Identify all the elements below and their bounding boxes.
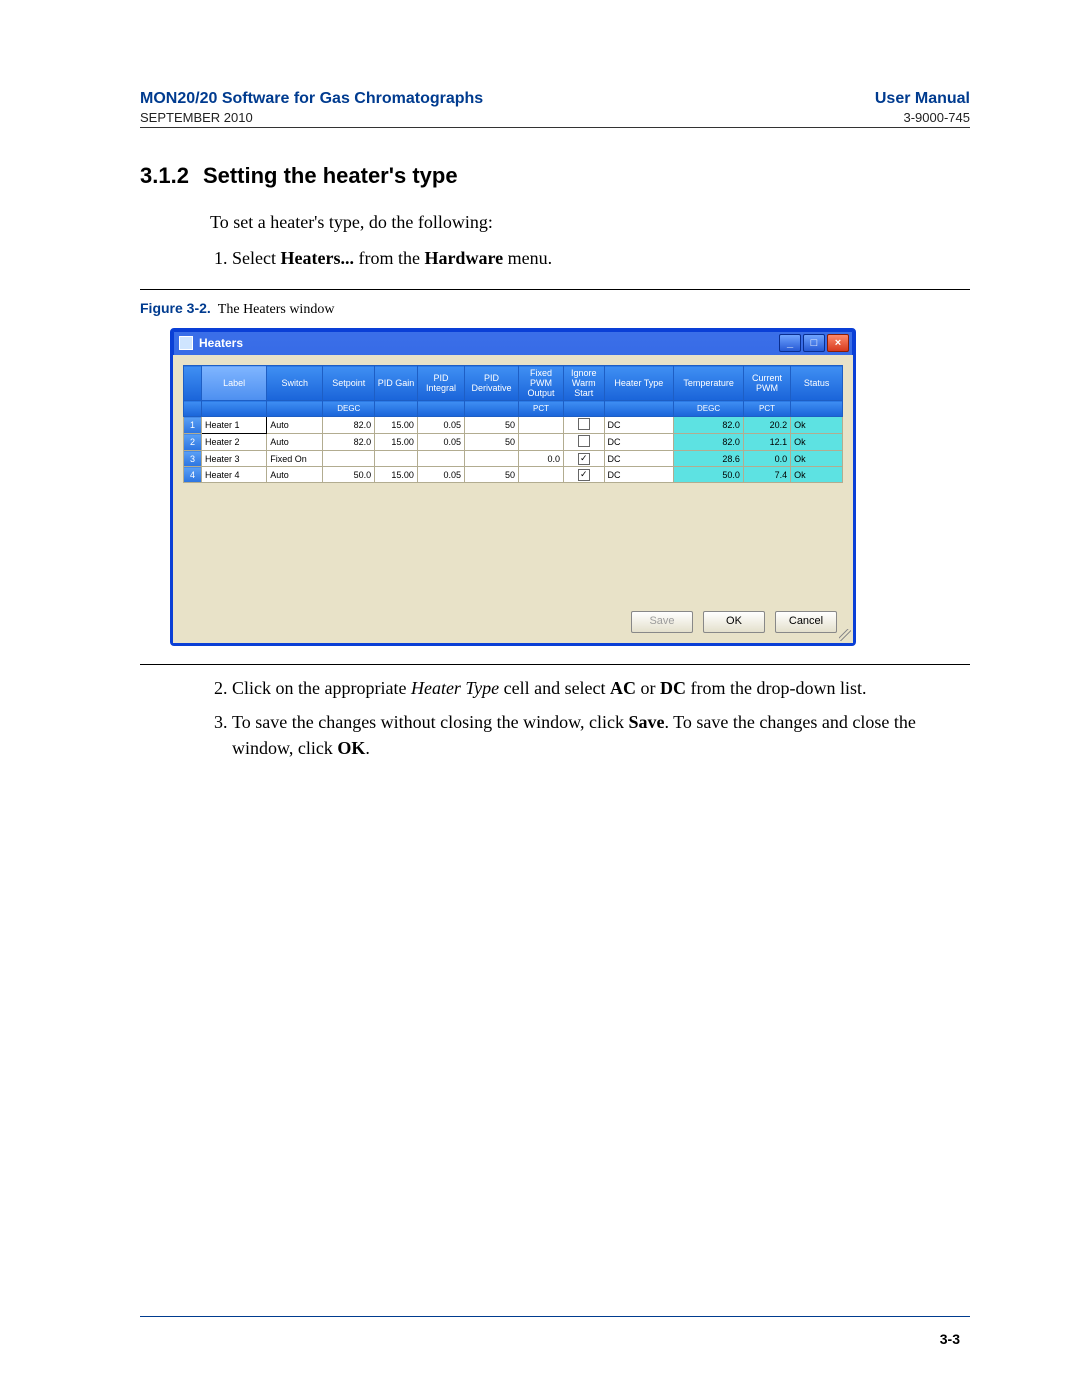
col-pid-integral[interactable]: PID Integral — [417, 366, 464, 401]
ok-button[interactable]: OK — [703, 611, 765, 633]
table-row[interactable]: 4 Heater 4 Auto 50.0 15.00 0.05 50 ✓ DC … — [184, 467, 843, 483]
col-heater-type[interactable]: Heater Type — [604, 366, 674, 401]
page-number: 3-3 — [940, 1331, 960, 1347]
col-label[interactable]: Label — [201, 366, 266, 401]
col-pid-gain[interactable]: PID Gain — [375, 366, 418, 401]
checkbox-icon: ✓ — [578, 469, 590, 481]
section-heading: 3.1.2 Setting the heater's type — [140, 163, 970, 189]
col-switch[interactable]: Switch — [267, 366, 323, 401]
heaters-window: Heaters _ □ × Label Switch Setpoint — [170, 328, 856, 646]
resize-grip-icon[interactable] — [839, 629, 851, 641]
maximize-button[interactable]: □ — [803, 334, 825, 352]
cancel-button[interactable]: Cancel — [775, 611, 837, 633]
section-number: 3.1.2 — [140, 163, 189, 188]
col-pid-derivative[interactable]: PID Derivative — [465, 366, 519, 401]
doc-title-left: MON20/20 Software for Gas Chromatographs — [140, 90, 483, 108]
col-fixed-pwm[interactable]: Fixed PWM Output — [519, 366, 564, 401]
close-button[interactable]: × — [827, 334, 849, 352]
figure-rule-top — [140, 289, 970, 290]
grid-empty-area — [183, 483, 843, 603]
save-button[interactable]: Save — [631, 611, 693, 633]
checkbox-icon — [578, 418, 590, 430]
col-temperature[interactable]: Temperature — [674, 366, 744, 401]
table-row[interactable]: 1 Heater 1 Auto 82.0 15.00 0.05 50 DC 82… — [184, 417, 843, 434]
section-title: Setting the heater's type — [203, 163, 458, 188]
doc-number: 3-9000-745 — [904, 110, 971, 125]
heaters-table[interactable]: Label Switch Setpoint PID Gain PID Integ… — [183, 365, 843, 483]
doc-date: SEPTEMBER 2010 — [140, 110, 253, 125]
step-3: To save the changes without closing the … — [232, 709, 970, 761]
checkbox-icon: ✓ — [578, 453, 590, 465]
table-units-row: DEGC PCT DEGCPCT — [184, 401, 843, 417]
step-2: Click on the appropriate Heater Type cel… — [232, 675, 970, 701]
col-rownum[interactable] — [184, 366, 202, 401]
doc-title-right: User Manual — [875, 90, 970, 108]
table-header-row: Label Switch Setpoint PID Gain PID Integ… — [184, 366, 843, 401]
figure-caption: Figure 3-2. The Heaters window — [140, 300, 970, 318]
footer-rule — [140, 1316, 970, 1317]
table-row[interactable]: 3 Heater 3 Fixed On 0.0 ✓ DC 28.6 0.0 Ok — [184, 451, 843, 467]
step-1: Select Heaters... from the Hardware menu… — [232, 245, 970, 271]
window-title: Heaters — [199, 336, 243, 350]
app-icon — [179, 336, 193, 350]
col-setpoint[interactable]: Setpoint — [323, 366, 375, 401]
minimize-button[interactable]: _ — [779, 334, 801, 352]
intro-text: To set a heater's type, do the following… — [210, 209, 970, 235]
col-current-pwm[interactable]: Current PWM — [743, 366, 790, 401]
titlebar[interactable]: Heaters _ □ × — [173, 331, 853, 355]
checkbox-icon — [578, 435, 590, 447]
col-ignore-warm[interactable]: Ignore Warm Start — [564, 366, 604, 401]
table-row[interactable]: 2 Heater 2 Auto 82.0 15.00 0.05 50 DC 82… — [184, 434, 843, 451]
col-status[interactable]: Status — [791, 366, 843, 401]
figure-rule-bottom — [140, 664, 970, 665]
